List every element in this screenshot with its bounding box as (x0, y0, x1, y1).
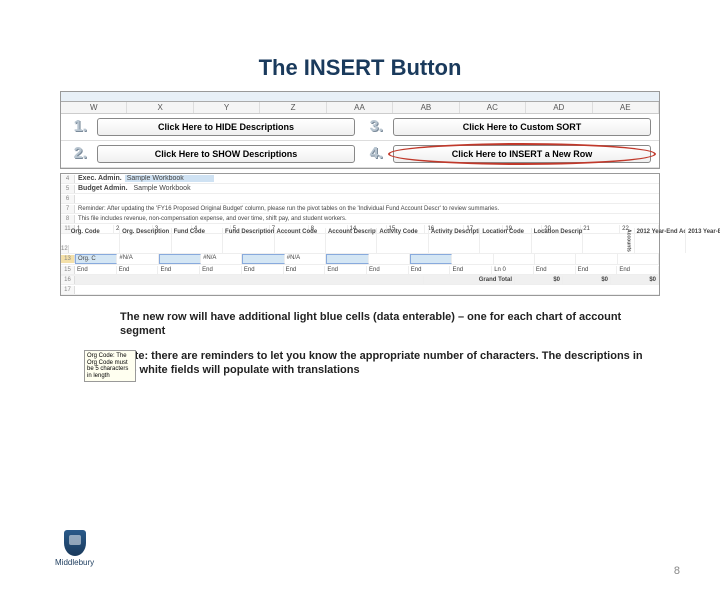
hide-descriptions-button[interactable]: Click Here to HIDE Descriptions (97, 118, 355, 136)
includes-text: This file includes revenue, non-compensa… (75, 215, 350, 223)
org-code-input[interactable]: Org. C (75, 254, 117, 264)
column-headers: W X Y Z AA AB AC AD AE (61, 102, 659, 114)
slide-title: The INSERT Button (0, 55, 720, 81)
col-z: Z (260, 102, 326, 113)
grand-total-cells: Grand Total $0 $0 $0 (75, 276, 659, 284)
num-3: 3. (365, 118, 383, 136)
end-row-cells: EndEndEndEndEndEndEndEndEndEndLn 0EndEnd… (75, 266, 659, 274)
budget-admin-label: Budget Admin. (75, 184, 131, 193)
col-ad: AD (526, 102, 592, 113)
row-6: 6 (61, 194, 659, 204)
fund-code-input[interactable] (159, 254, 201, 264)
row-12-headers: 12 Org. CodeOrg. DescriptionFund CodeFun… (61, 234, 659, 254)
activity-code-input[interactable] (326, 254, 368, 264)
screenshot-sheet: 4 Exec. Admin. Sample Workbook 5 Budget … (60, 173, 660, 296)
ribbon-stub (61, 92, 659, 102)
button-row-1: 1. Click Here to HIDE Descriptions 3. Cl… (61, 114, 659, 141)
col-ab: AB (393, 102, 459, 113)
page-number: 8 (674, 565, 680, 577)
row-5: 5 Budget Admin. Sample Workbook (61, 184, 659, 194)
row-17: 17 (61, 285, 659, 295)
button-row-2: 2. Click Here to SHOW Descriptions 4. Cl… (61, 141, 659, 168)
exec-admin-val: Sample Workbook (125, 175, 214, 182)
body-text-1: The new row will have additional light b… (120, 310, 650, 339)
row-16-total: 16 Grand Total $0 $0 $0 (61, 275, 659, 285)
col-w: W (61, 102, 127, 113)
row-4: 4 Exec. Admin. Sample Workbook (61, 174, 659, 184)
col-ae: AE (593, 102, 659, 113)
reminder-text: Reminder: After updating the 'FY16 Propo… (75, 205, 502, 213)
custom-sort-button[interactable]: Click Here to Custom SORT (393, 118, 651, 136)
row-13-new: 13 Org. C #N/A #N/A #N/A (61, 254, 659, 265)
screenshot-top: W X Y Z AA AB AC AD AE 1. Click Here to … (60, 91, 660, 169)
budget-admin-val: Sample Workbook (131, 184, 194, 193)
row-7: 7 Reminder: After updating the 'FY16 Pro… (61, 204, 659, 214)
col-ac: AC (460, 102, 526, 113)
shield-icon (64, 530, 86, 556)
logo: Middlebury (55, 530, 94, 567)
new-row-cells: Org. C #N/A #N/A #N/A (75, 254, 659, 264)
logo-text: Middlebury (55, 558, 94, 567)
field-header-cells: Org. CodeOrg. DescriptionFund CodeFund D… (69, 228, 720, 253)
insert-row-button[interactable]: Click Here to INSERT a New Row (393, 145, 651, 163)
body-text-2: Note: there are reminders to let you kno… (120, 349, 650, 378)
num-4: 4. (365, 145, 383, 163)
exec-admin-label: Exec. Admin. (75, 174, 125, 183)
show-descriptions-button[interactable]: Click Here to SHOW Descriptions (97, 145, 355, 163)
row-15-end: 15 EndEndEndEndEndEndEndEndEndEndLn 0End… (61, 265, 659, 275)
account-code-input[interactable] (242, 254, 284, 264)
slide: The INSERT Button W X Y Z AA AB AC AD AE… (0, 55, 720, 595)
col-aa: AA (327, 102, 393, 113)
col-y: Y (194, 102, 260, 113)
col-x: X (127, 102, 193, 113)
row-8: 8 This file includes revenue, non-compen… (61, 214, 659, 224)
location-code-input[interactable] (410, 254, 452, 264)
org-code-tooltip: Org Code: The Org Code must be 5 charact… (84, 350, 136, 382)
num-2: 2. (69, 145, 87, 163)
num-1: 1. (69, 118, 87, 136)
